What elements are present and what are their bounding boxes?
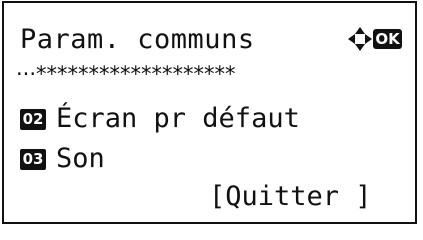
title-separator: ···******************* xyxy=(16,62,236,86)
screen-title: Param. communs xyxy=(20,24,255,55)
menu-item-label: Écran pr défaut xyxy=(56,103,300,134)
ok-key-icon: OK xyxy=(373,29,402,49)
lcd-panel: Param. communs OK ···*******************… xyxy=(2,1,417,224)
menu-item-label: Son xyxy=(56,143,105,174)
screen-header: Param. communs OK xyxy=(4,23,415,57)
four-way-arrow-icon xyxy=(348,27,372,51)
menu-list: 02 Écran pr défaut 03 Son xyxy=(20,99,410,179)
menu-item-ecran-pr-defaut[interactable]: 02 Écran pr défaut xyxy=(20,99,410,139)
quit-button[interactable]: [Quitter ] xyxy=(209,180,372,214)
menu-item-son[interactable]: 03 Son xyxy=(20,139,410,179)
item-number-badge: 02 xyxy=(20,108,46,130)
item-number-badge: 03 xyxy=(20,148,46,170)
